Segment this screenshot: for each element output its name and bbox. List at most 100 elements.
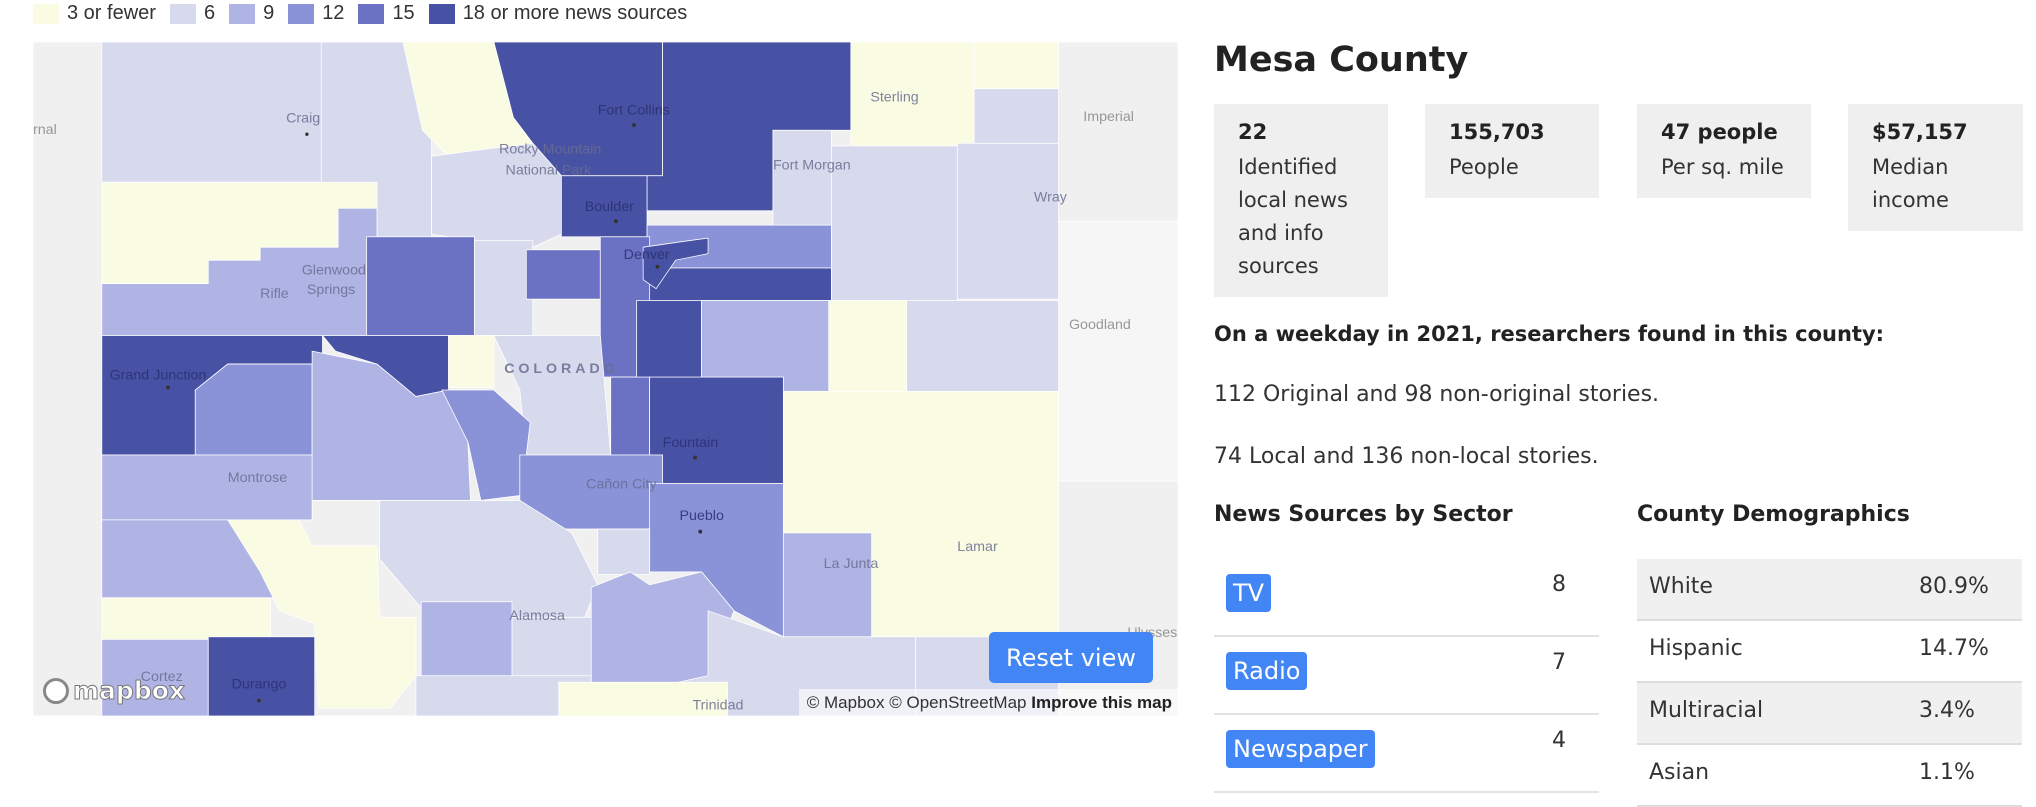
- stat-value: 155,703: [1449, 120, 1545, 144]
- sector-row: TV 8: [1214, 559, 1599, 637]
- legend-item: 12: [288, 2, 344, 25]
- county[interactable]: [636, 300, 702, 379]
- place-label: Trinidad: [692, 698, 743, 714]
- demographic-value: 14.7%: [1919, 636, 1989, 661]
- county[interactable]: [973, 42, 1059, 90]
- demographic-value: 80.9%: [1919, 574, 1989, 599]
- legend-swatch: [169, 3, 196, 24]
- county[interactable]: [973, 88, 1059, 144]
- county[interactable]: [906, 300, 1059, 392]
- county[interactable]: [511, 616, 593, 683]
- county[interactable]: [366, 236, 475, 336]
- legend-swatch: [428, 3, 455, 24]
- demographic-label: Asian: [1649, 760, 1710, 785]
- county[interactable]: [646, 267, 832, 301]
- demographic-row: White 80.9%: [1637, 559, 2022, 621]
- legend-item: 3 or fewer: [33, 2, 156, 25]
- findings-heading: On a weekday in 2021, researchers found …: [1214, 322, 1885, 346]
- county[interactable]: [610, 376, 651, 461]
- place-label: La Junta: [824, 556, 879, 572]
- map-legend: 3 or fewer 6 9 12 15 18 or more news sou…: [33, 2, 701, 25]
- sector-row: Newspaper 4: [1214, 715, 1599, 793]
- county[interactable]: [649, 376, 784, 484]
- sector-count: 8: [1552, 572, 1566, 597]
- county[interactable]: [431, 142, 562, 248]
- legend-label: 15: [392, 2, 415, 24]
- original-stories-text: 112 Original and 98 non-original stories…: [1214, 382, 1660, 407]
- mapbox-logo-text: mapbox: [72, 676, 186, 706]
- legend-label: 9: [263, 2, 275, 24]
- sector-badge-tv[interactable]: TV: [1226, 574, 1272, 612]
- place-label: Montrose: [228, 470, 288, 486]
- county[interactable]: [782, 532, 873, 638]
- place-label: Sterling: [870, 90, 918, 106]
- county-title: Mesa County: [1214, 40, 1469, 80]
- demographics-heading: County Demographics: [1637, 502, 1910, 527]
- stat-population: 155,703 People: [1425, 104, 1599, 198]
- county[interactable]: [101, 597, 271, 640]
- county[interactable]: [525, 249, 601, 300]
- mapbox-logo-icon: [43, 677, 69, 704]
- legend-swatch: [358, 3, 385, 24]
- demographics-table: White 80.9% Hispanic 14.7% Multiracial 3.4%…: [1637, 559, 2022, 807]
- stat-density: 47 people Per sq. mile: [1637, 104, 1811, 198]
- legend-swatch: [33, 3, 59, 24]
- place-label: Rifle: [260, 286, 289, 302]
- stat-label: Median income: [1872, 155, 1949, 212]
- place-label: Boulder: [585, 199, 634, 215]
- legend-label: 3 or fewer: [67, 2, 156, 24]
- sector-row: Radio 7: [1214, 637, 1599, 715]
- demographic-label: Hispanic: [1649, 636, 1743, 661]
- osm-link[interactable]: © OpenStreetMap: [889, 693, 1026, 712]
- legend-swatch: [288, 3, 315, 24]
- demographic-row: Hispanic 14.7%: [1637, 621, 2022, 683]
- map-canvas[interactable]: Craig Fort Collins Sterling Imperial Roc…: [33, 42, 1178, 716]
- place-label: Fountain: [663, 435, 719, 451]
- improve-map-link[interactable]: Improve this map: [1031, 693, 1172, 712]
- place-label: Glenwood: [302, 262, 366, 278]
- place-label: Denver: [624, 247, 670, 263]
- legend-item: 18 or more news sources: [428, 2, 687, 25]
- legend-label: 12: [322, 2, 345, 24]
- county-map[interactable]: Craig Fort Collins Sterling Imperial Roc…: [33, 42, 1178, 716]
- local-stories-text: 74 Local and 136 non-local stories.: [1214, 444, 1599, 469]
- stat-label: Per sq. mile: [1661, 155, 1784, 179]
- sector-badge-radio[interactable]: Radio: [1226, 652, 1308, 690]
- basemap-region: [1058, 220, 1178, 482]
- place-label: Alamosa: [509, 608, 565, 624]
- legend-swatch: [229, 3, 256, 24]
- legend-item: 9: [229, 2, 274, 25]
- demographic-row: Asian 1.1%: [1637, 745, 2022, 807]
- sector-badge-newspaper[interactable]: Newspaper: [1226, 730, 1375, 768]
- county[interactable]: [597, 528, 651, 575]
- place-label: Goodland: [1069, 317, 1131, 333]
- demographic-label: White: [1649, 574, 1713, 599]
- place-label: Springs: [307, 282, 355, 298]
- stat-news-sources: 22 Identified local news and info sources: [1214, 104, 1388, 297]
- county[interactable]: [473, 240, 534, 336]
- legend-item: 15: [358, 2, 415, 25]
- place-label: Cañon City: [586, 477, 657, 493]
- mapbox-logo[interactable]: mapbox: [43, 676, 186, 706]
- county[interactable]: [194, 363, 313, 456]
- county[interactable]: [448, 335, 495, 388]
- demographic-value: 1.1%: [1919, 760, 1975, 785]
- county[interactable]: [772, 129, 832, 229]
- sector-count: 4: [1552, 728, 1566, 753]
- place-label: National Park: [506, 162, 592, 178]
- legend-item: 6: [169, 2, 215, 25]
- demographic-value: 3.4%: [1919, 698, 1975, 723]
- place-label: Fort Morgan: [773, 157, 851, 173]
- sector-table: TV 8 Radio 7 Newspaper 4: [1214, 559, 1599, 793]
- county[interactable]: [420, 601, 513, 678]
- reset-view-button[interactable]: Reset view: [989, 632, 1153, 683]
- stat-value: 47 people: [1661, 120, 1778, 144]
- place-label: rnal: [33, 122, 57, 138]
- county[interactable]: [101, 454, 313, 521]
- place-label: Durango: [232, 677, 287, 693]
- stat-income: $57,157 Median income: [1848, 104, 2023, 231]
- place-label: Craig: [286, 111, 320, 127]
- mapbox-link[interactable]: © Mapbox: [807, 693, 885, 712]
- county[interactable]: [956, 142, 1059, 300]
- place-label: Fort Collins: [598, 103, 670, 119]
